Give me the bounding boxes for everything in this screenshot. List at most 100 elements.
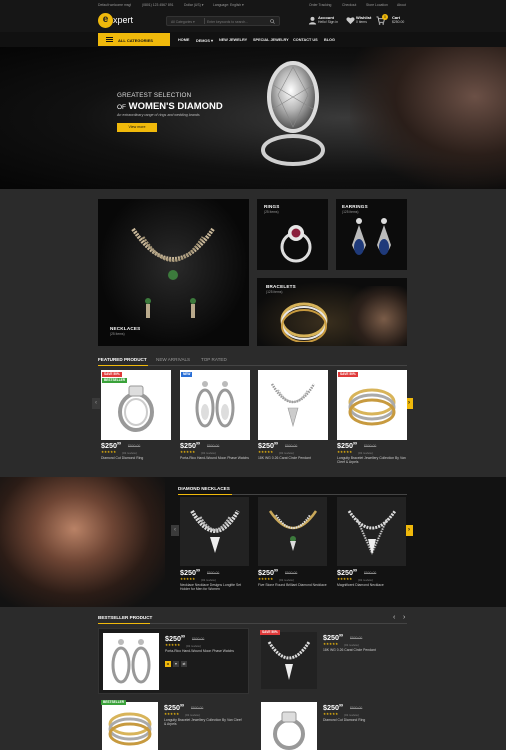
rating-stars: ★★★★★ bbox=[337, 450, 353, 454]
bestseller-card[interactable]: $25099 $500.00 ★★★★★ (01 review) Diamond… bbox=[257, 698, 407, 750]
hero-banner: GREATEST SELECTION OF WOMEN'S DIAMOND An… bbox=[0, 47, 506, 189]
old-price: $500.00 bbox=[191, 706, 204, 710]
banner-necklaces[interactable]: NECKLACES (25 items) bbox=[98, 199, 249, 346]
hero-subtitle: GREATEST SELECTION bbox=[117, 92, 192, 99]
product-name[interactable]: Longuity Bracelet Jewellery Collection B… bbox=[337, 456, 407, 465]
checkout-link[interactable]: Checkout bbox=[342, 3, 356, 7]
user-icon[interactable] bbox=[308, 16, 317, 25]
diamond-next-arrow[interactable]: › bbox=[405, 525, 413, 536]
product-image[interactable] bbox=[261, 632, 317, 689]
price-cents: 99 bbox=[196, 568, 200, 573]
product-name[interactable]: Five Stone Round Brilliant Diamond Neckl… bbox=[258, 583, 327, 587]
product-name[interactable]: 18K WG 0.26 Carat Circle Pendant bbox=[323, 648, 403, 652]
product-name[interactable]: Diamond Cut Diamond Ring bbox=[323, 718, 403, 722]
price-main: $250 bbox=[337, 441, 353, 450]
wishlist-link[interactable]: Wishlist 0 items bbox=[356, 15, 371, 24]
product-image[interactable] bbox=[103, 633, 159, 690]
rating-stars: ★★★★★ bbox=[180, 577, 196, 581]
all-categories-button[interactable]: ALL CATEGORIES bbox=[98, 33, 170, 46]
bestseller-next-arrow[interactable]: › bbox=[403, 614, 405, 621]
rating-stars: ★★★★★ bbox=[258, 450, 274, 454]
tab-top-rated[interactable]: TOP RATED bbox=[201, 357, 227, 362]
wishlist-heart-icon[interactable]: ♥ bbox=[173, 661, 179, 667]
nav-contact-us[interactable]: CONTACT US bbox=[293, 38, 318, 42]
necklace-photo bbox=[347, 510, 397, 556]
product-name[interactable]: Magnificent Diamond Necklace bbox=[337, 583, 406, 587]
search-category-select[interactable]: All Categories ▾ bbox=[171, 20, 195, 24]
ring-photo bbox=[273, 711, 305, 750]
necklace-image bbox=[131, 227, 215, 318]
add-to-cart-icon[interactable]: ◘ bbox=[165, 661, 171, 667]
product-image[interactable] bbox=[258, 497, 327, 566]
banner-earrings[interactable]: EARRINGS (125 items) bbox=[336, 199, 407, 270]
product-image[interactable] bbox=[180, 497, 249, 566]
rating-stars: ★★★★★ bbox=[337, 577, 353, 581]
old-price: $500.00 bbox=[364, 571, 377, 575]
logo-icon[interactable]: e bbox=[98, 13, 113, 28]
price-cents: 99 bbox=[180, 703, 184, 708]
price-cents: 99 bbox=[274, 568, 278, 573]
nav-new-jewelry[interactable]: NEW JEWELRY bbox=[219, 38, 247, 42]
bestseller-prev-arrow[interactable]: ‹ bbox=[393, 614, 395, 621]
necklaces-title: NECKLACES bbox=[110, 326, 141, 331]
language-select[interactable]: Language: English ▾ bbox=[213, 3, 244, 7]
currency-select[interactable]: Dollar (US) ▾ bbox=[184, 3, 203, 7]
price-main: $250 bbox=[323, 703, 339, 712]
price-cents: 99 bbox=[339, 703, 343, 708]
old-price: $500.00 bbox=[207, 444, 220, 448]
product-name[interactable]: Porta-Rico Hand-Wound Moon Phase Watchs bbox=[165, 649, 245, 653]
price-main: $250 bbox=[180, 568, 196, 577]
hero-description: An extraordinary range of rings and wedd… bbox=[117, 113, 200, 117]
view-more-button[interactable]: View more bbox=[117, 123, 157, 132]
product-price: $25099 bbox=[165, 634, 185, 643]
product-image[interactable] bbox=[180, 370, 250, 440]
old-price: $500.00 bbox=[285, 571, 298, 575]
tab-featured-product[interactable]: FEATURED PRODUCT bbox=[98, 357, 147, 362]
product-price: $25099 bbox=[164, 703, 184, 712]
cart-count-badge: 0 bbox=[382, 14, 388, 20]
tab-new-arrivals[interactable]: NEW ARRIVALS bbox=[156, 357, 190, 362]
search-icon[interactable] bbox=[270, 18, 275, 24]
featured-prev-arrow[interactable]: ‹ bbox=[92, 398, 100, 409]
bestseller-card[interactable]: BESTSELLER $25099 $500.00 ★★★★★ (01 revi… bbox=[98, 698, 249, 750]
compare-icon[interactable]: ⇄ bbox=[181, 661, 187, 667]
product-image[interactable] bbox=[102, 702, 158, 750]
bestseller-card[interactable]: $25099 $500.00 ★★★★★ (01 review) Porta-R… bbox=[98, 628, 249, 694]
account-link[interactable]: Account Hello! Sign in bbox=[318, 15, 338, 24]
product-image[interactable] bbox=[337, 497, 406, 566]
banner-bracelets[interactable]: BRACELETS (125 items) bbox=[257, 278, 407, 346]
rating-stars: ★★★★★ bbox=[258, 577, 274, 581]
earrings-title: EARRINGS bbox=[342, 204, 368, 209]
store-location-link[interactable]: Store Location bbox=[366, 3, 388, 7]
search-divider bbox=[204, 18, 205, 24]
product-name[interactable]: Porta-Rico Hand-Wound Moon Phase Watchs bbox=[180, 456, 250, 460]
order-tracking-link[interactable]: Order Tracking bbox=[309, 3, 331, 7]
nav-demos[interactable]: DEMOS ▾ bbox=[196, 38, 213, 43]
banner-rings[interactable]: RINGS (25 items) bbox=[257, 199, 328, 270]
nav-blog[interactable]: BLOG bbox=[324, 38, 335, 42]
product-image[interactable] bbox=[258, 370, 328, 440]
product-name[interactable]: Necklace Necklace Designs Longitte Set H… bbox=[180, 583, 249, 592]
nav-home[interactable]: HOME bbox=[178, 38, 189, 42]
featured-tabs: FEATURED PRODUCT NEW ARRIVALS TOP RATED bbox=[98, 357, 407, 365]
price-cents: 99 bbox=[274, 441, 278, 446]
product-name[interactable]: Longuity Bracelet Jewellery Collection B… bbox=[164, 718, 244, 727]
product-image[interactable] bbox=[337, 370, 407, 440]
sale-label: SAVE 50% bbox=[102, 372, 122, 377]
heart-icon[interactable] bbox=[346, 16, 355, 25]
product-name[interactable]: 18K WG 0.26 Carat Circle Pendant bbox=[258, 456, 328, 460]
price-main: $250 bbox=[101, 441, 117, 450]
price-main: $250 bbox=[165, 634, 181, 643]
nav-special-jewelry[interactable]: SPECIAL JEWELRY bbox=[253, 38, 289, 42]
bestseller-card[interactable]: SAVE 50% $25099 $500.00 ★★★★★ (01 review… bbox=[257, 628, 407, 694]
search-input[interactable]: Enter keywords to search... bbox=[207, 20, 248, 24]
diamond-ring-image bbox=[261, 61, 325, 166]
about-link[interactable]: About bbox=[397, 3, 406, 7]
logo-text[interactable]: xpert bbox=[113, 15, 133, 25]
product-image[interactable] bbox=[261, 702, 317, 750]
rating-stars: ★★★★★ bbox=[323, 712, 339, 716]
cart-link[interactable]: Cart $250.00 bbox=[392, 15, 404, 24]
diamond-prev-arrow[interactable]: ‹ bbox=[171, 525, 179, 536]
product-name[interactable]: Diamond Cut Diamond Ring bbox=[101, 456, 171, 460]
bestseller-label: BESTSELLER bbox=[102, 378, 128, 383]
